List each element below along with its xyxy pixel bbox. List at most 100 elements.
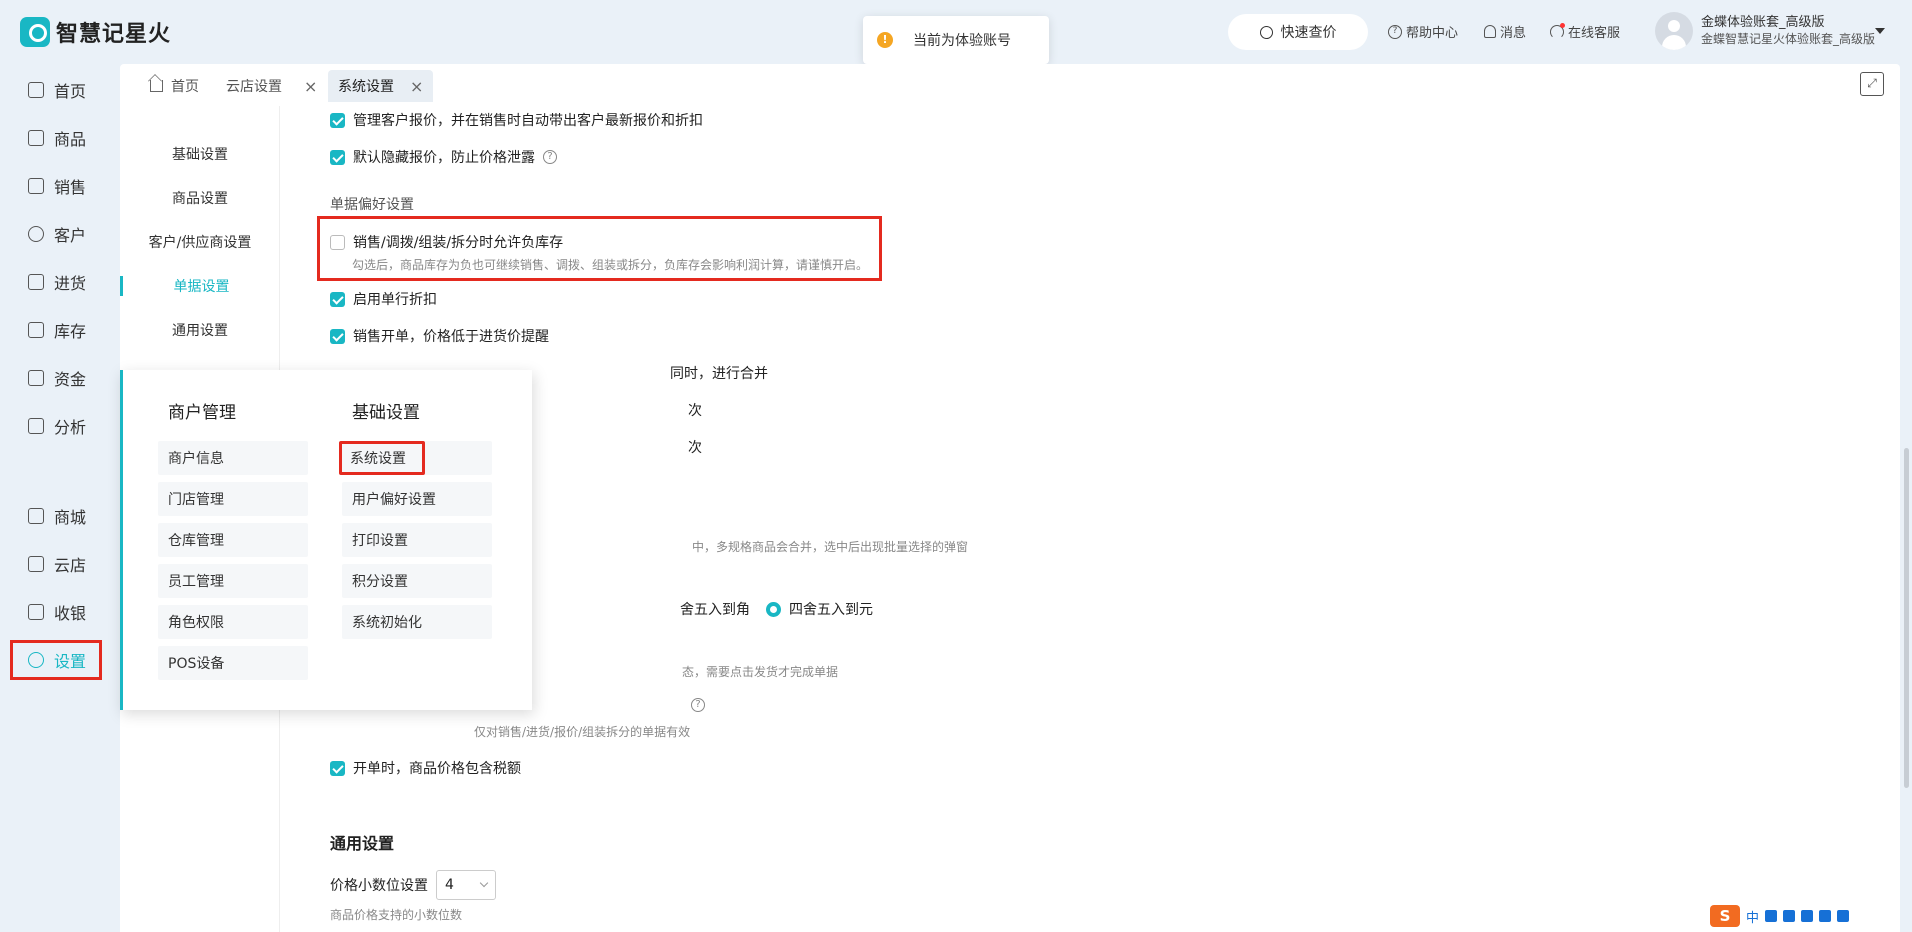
sidebar-item-customers[interactable]: 客户	[10, 214, 102, 254]
top-bar: 智慧记星火 ! 当前为体验账号 快速查价 ? 帮助中心 消息 在线客服 金蝶体验…	[0, 0, 1912, 64]
round-jiao-label: 舍五入到角	[680, 602, 750, 618]
option-merge-partial: 同时，进行合并	[670, 363, 768, 383]
chevron-down-icon[interactable]	[1875, 28, 1885, 34]
ship-hint: 态，需要点击发货才完成单据	[682, 665, 839, 679]
help-icon[interactable]: ?	[543, 150, 557, 164]
menu-print-settings[interactable]: 打印设置	[342, 523, 492, 557]
option-price-includes-tax[interactable]: 开单时，商品价格包含税额	[330, 758, 521, 778]
subnav-product[interactable]: 商品设置	[120, 188, 280, 208]
option-partial-1: 次	[688, 400, 702, 420]
checkbox-checked[interactable]	[330, 149, 345, 165]
menu-pos-devices[interactable]: POS设备	[158, 646, 308, 680]
subnav-customer-supplier[interactable]: 客户/供应商设置	[120, 232, 280, 252]
subnav-basic[interactable]: 基础设置	[120, 144, 280, 164]
sidebar-item-sales[interactable]: 销售	[10, 166, 102, 206]
wallet-icon	[28, 370, 44, 386]
option-price-below-cost[interactable]: 销售开单，价格低于进货价提醒	[330, 326, 549, 346]
menu-merchant-info[interactable]: 商户信息	[158, 441, 308, 475]
radio-selected[interactable]	[766, 601, 781, 617]
gear-icon	[28, 652, 44, 668]
multi-spec-hint: 中，多规格商品会合并，选中后出现批量选择的弹窗	[692, 540, 969, 554]
checkbox-checked[interactable]	[330, 760, 345, 776]
sidebar-item-label: 收银	[54, 604, 87, 623]
ime-toolbar[interactable]: S 中	[1710, 905, 1850, 927]
help-icon[interactable]: ?	[691, 698, 705, 712]
menu-system-settings[interactable]: 系统设置	[339, 441, 425, 475]
decimal-hint: 商品价格支持的小数位数	[330, 908, 463, 922]
sidebar-item-label: 销售	[54, 178, 87, 197]
warning-icon: !	[877, 32, 893, 48]
sidebar-item-funds[interactable]: 资金	[10, 358, 102, 398]
sidebar-item-label: 商品	[54, 130, 87, 149]
logo-icon	[20, 17, 50, 47]
sidebar-item-label: 设置	[54, 652, 87, 671]
sidebar-item-analysis[interactable]: 分析	[10, 406, 102, 446]
toast-text: 当前为体验账号	[913, 33, 1011, 49]
sidebar-item-label: 进货	[54, 274, 87, 293]
store-icon	[28, 556, 44, 572]
user-menu[interactable]: 金蝶体验账套_高级版 金蝶智慧记星火体验账套_高级版	[1655, 12, 1875, 50]
basic-settings-heading: 基础设置	[352, 403, 420, 423]
subnav-document[interactable]: 单据设置	[120, 276, 280, 296]
tab-label: 系统设置	[338, 79, 394, 95]
tab-cloud-store-settings[interactable]: 云店设置 ×	[216, 70, 327, 102]
close-icon[interactable]: ×	[410, 77, 423, 96]
menu-warehouse-management[interactable]: 仓库管理	[158, 523, 308, 557]
checkbox-checked[interactable]	[330, 112, 345, 128]
sidebar-item-cloud-store[interactable]: 云店	[10, 544, 102, 584]
fullscreen-icon[interactable]: ⤢	[1860, 72, 1884, 96]
tab-home[interactable]: 首页	[140, 70, 209, 102]
skin-icon	[1819, 910, 1832, 922]
monitor-icon	[28, 604, 44, 620]
sidebar-item-home[interactable]: 首页	[10, 70, 102, 110]
menu-staff-management[interactable]: 员工管理	[158, 564, 308, 598]
warehouse-icon	[28, 322, 44, 338]
option-hide-price[interactable]: 默认隐藏报价，防止价格泄露 ?	[330, 147, 557, 167]
ime-language: 中	[1746, 910, 1760, 926]
sidebar-item-label: 商城	[54, 508, 87, 527]
subnav-general[interactable]: 通用设置	[120, 320, 280, 340]
menu-role-permissions[interactable]: 角色权限	[158, 605, 308, 639]
option-partial-2: 次	[688, 437, 702, 457]
book-icon	[28, 274, 44, 290]
menu-user-preferences[interactable]: 用户偏好设置	[342, 482, 492, 516]
option-single-discount[interactable]: 启用单行折扣	[330, 289, 437, 309]
user-name: 金蝶体验账套_高级版	[1701, 15, 1825, 30]
close-icon[interactable]: ×	[304, 77, 317, 96]
trial-account-toast: ! 当前为体验账号	[863, 16, 1049, 64]
decimal-label: 价格小数位设置	[330, 878, 428, 894]
app-logo[interactable]: 智慧记星火	[20, 16, 171, 48]
checkbox-checked[interactable]	[330, 291, 345, 307]
sidebar-item-label: 首页	[54, 82, 87, 101]
messages-link[interactable]: 消息	[1484, 22, 1526, 41]
chevron-down-icon	[479, 878, 489, 888]
sidebar-item-products[interactable]: 商品	[10, 118, 102, 158]
option-label: 默认隐藏报价，防止价格泄露	[353, 150, 535, 166]
sidebar-item-purchase[interactable]: 进货	[10, 262, 102, 302]
help-center-link[interactable]: ? 帮助中心	[1388, 22, 1458, 41]
tab-bar: 首页 云店设置 × 系统设置 × ⤢	[120, 64, 1900, 106]
tab-label: 云店设置	[226, 79, 282, 95]
decimal-select[interactable]: 4	[436, 870, 496, 900]
merchant-management-heading: 商户管理	[168, 403, 236, 423]
menu-store-management[interactable]: 门店管理	[158, 482, 308, 516]
online-service-label: 在线客服	[1568, 26, 1621, 41]
menu-points-settings[interactable]: 积分设置	[342, 564, 492, 598]
option-manage-customer-price[interactable]: 管理客户报价，并在销售时自动带出客户最新报价和折扣	[330, 110, 703, 130]
search-icon	[1259, 25, 1273, 39]
radio-round-yuan[interactable]: 四舍五入到元	[766, 599, 873, 619]
microphone-icon	[1783, 910, 1796, 922]
menu-system-settings-row[interactable]: 系统设置	[339, 441, 492, 475]
online-service-link[interactable]: 在线客服	[1550, 22, 1620, 41]
help-icon: ?	[1388, 24, 1402, 39]
quick-price-button[interactable]: 快速查价	[1228, 14, 1368, 50]
sidebar-item-mall[interactable]: 商城	[10, 496, 102, 536]
scrollbar[interactable]	[1904, 448, 1909, 788]
checkbox-checked[interactable]	[330, 328, 345, 344]
sidebar-item-cashier[interactable]: 收银	[10, 592, 102, 632]
punctuation-icon	[1765, 910, 1778, 922]
sidebar-item-inventory[interactable]: 库存	[10, 310, 102, 350]
menu-system-init[interactable]: 系统初始化	[342, 605, 492, 639]
sidebar-item-settings[interactable]: 设置	[10, 640, 102, 680]
tab-system-settings[interactable]: 系统设置 ×	[328, 70, 434, 102]
